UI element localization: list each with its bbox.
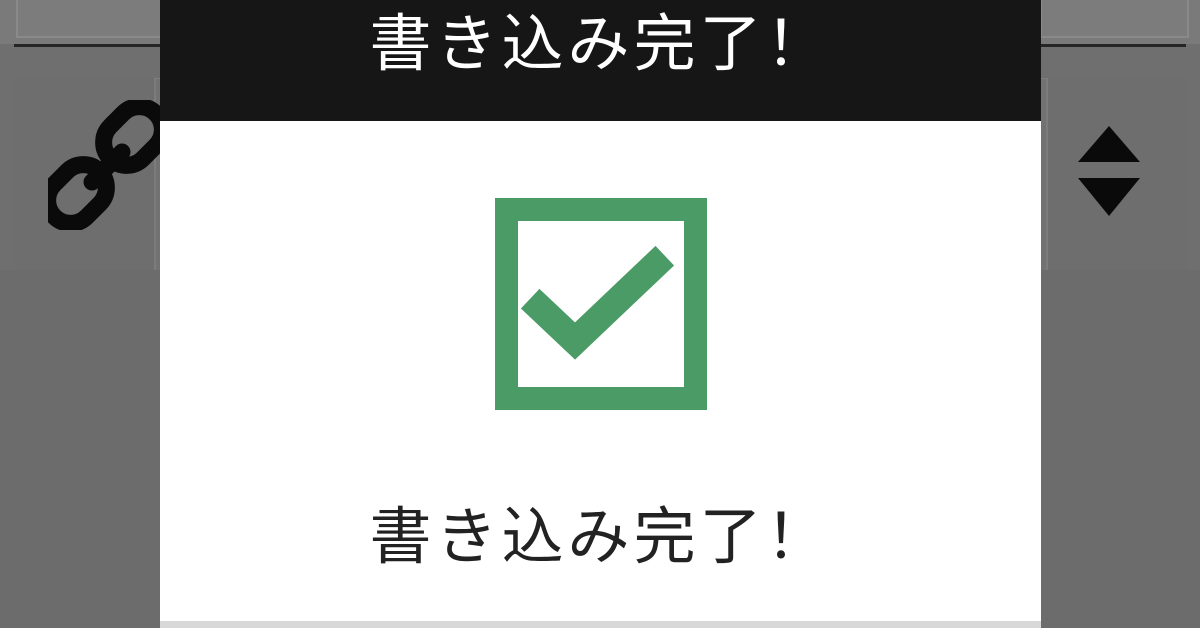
link-icon — [48, 100, 168, 230]
dialog-message: 書き込み完了！ — [369, 500, 832, 573]
background-top-right-box — [1040, 0, 1189, 38]
dialog-title: 書き込み完了！ — [369, 7, 832, 80]
write-complete-dialog: 書き込み完了！ 書き込み完了！ — [160, 0, 1041, 628]
background-top-left-box — [16, 0, 170, 38]
dialog-footer-divider — [160, 621, 1041, 628]
checkbox-checked-icon — [495, 198, 707, 410]
sort-icon[interactable] — [1076, 124, 1142, 218]
dialog-header: 書き込み完了！ — [160, 0, 1041, 121]
